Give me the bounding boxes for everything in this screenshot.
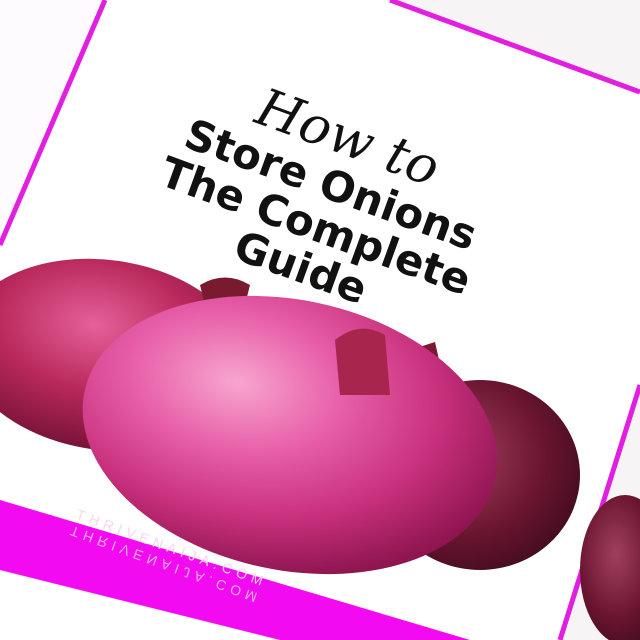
onion-stem	[335, 328, 390, 395]
